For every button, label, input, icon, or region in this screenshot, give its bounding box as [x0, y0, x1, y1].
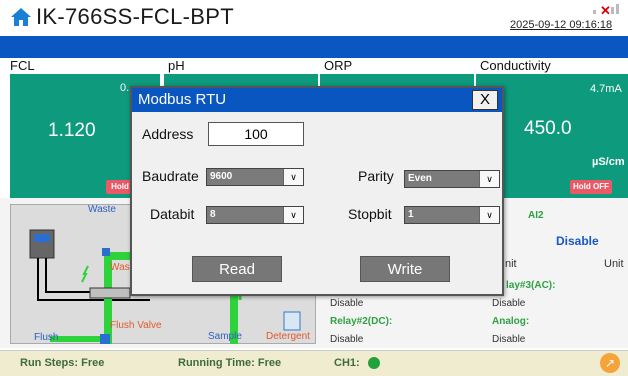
databit-select[interactable]: 8 ∨	[206, 206, 304, 224]
ch1-label: CH1:	[334, 357, 360, 369]
sample-label: Sample	[208, 331, 242, 342]
baudrate-label: Baudrate	[142, 168, 199, 184]
detergent-label: Detergent	[266, 331, 310, 342]
title-strip	[0, 36, 628, 58]
parity-value: Even	[408, 173, 432, 184]
chevron-down-icon[interactable]: ∨	[479, 207, 499, 223]
close-icon[interactable]: ✕	[600, 3, 611, 19]
column-conductivity: Conductivity	[480, 58, 551, 73]
datetime: 2025-09-12 09:16:18	[510, 19, 613, 31]
conductivity-unit: µS/cm	[592, 156, 625, 168]
home-icon[interactable]	[10, 6, 32, 28]
relay-disable-b: Disable	[492, 298, 526, 309]
flush-valve-label: Flush Valve	[110, 320, 162, 331]
dialog-title: Modbus RTU	[138, 91, 227, 108]
relay3-label: lay#3(AC):	[506, 280, 556, 291]
fcl-current: 0.	[120, 82, 130, 94]
databit-label: Databit	[150, 206, 195, 222]
baudrate-select[interactable]: 9600 ∨	[206, 168, 304, 186]
relay2-value: Disable	[330, 334, 364, 345]
parity-label: Parity	[358, 168, 394, 184]
waste-side-label: Was	[110, 262, 130, 273]
column-orp: ORP	[324, 58, 353, 73]
parity-select[interactable]: Even ∨	[404, 170, 500, 188]
waste-label: Waste	[88, 204, 116, 215]
running-time: Running Time: Free	[178, 357, 282, 369]
write-button[interactable]: Write	[360, 256, 450, 282]
conductivity-value: 450.0	[524, 118, 572, 139]
flush-label: Flush	[34, 332, 59, 343]
column-fcl: FCL	[10, 58, 35, 73]
baudrate-value: 9600	[210, 171, 233, 182]
unit-right: Unit	[604, 258, 624, 270]
chevron-down-icon[interactable]: ∨	[283, 169, 303, 185]
ai2-value: Disable	[556, 234, 599, 248]
conductivity-hold-button[interactable]: Hold OFF	[570, 180, 612, 194]
conductivity-current: 4.7mA	[590, 83, 622, 95]
relay-disable-a: Disable	[330, 298, 364, 309]
databit-value: 8	[210, 209, 216, 220]
read-button[interactable]: Read	[192, 256, 282, 282]
dialog-close-button[interactable]: X	[472, 90, 498, 110]
stopbit-select[interactable]: 1 ∨	[404, 206, 500, 224]
device-title: IK-766SS-FCL-BPT	[36, 4, 234, 29]
analog-label: Analog:	[492, 316, 530, 327]
stopbit-value: 1	[408, 209, 414, 220]
address-input[interactable]: 100	[208, 122, 304, 146]
unit-left: nit	[505, 258, 517, 270]
ch1-status-dot	[368, 357, 380, 369]
ai2-label: AI2	[528, 210, 544, 221]
address-label: Address	[142, 126, 194, 142]
chart-icon[interactable]: ↗	[600, 353, 620, 373]
analog-value: Disable	[492, 334, 526, 345]
chevron-down-icon[interactable]: ∨	[283, 207, 303, 223]
chevron-down-icon[interactable]: ∨	[479, 171, 499, 187]
modbus-dialog: Modbus RTU X Address 100 Baudrate 9600 ∨…	[130, 86, 504, 296]
column-ph: pH	[168, 58, 185, 73]
relay2-label: Relay#2(DC):	[330, 316, 393, 327]
run-steps: Run Steps: Free	[20, 357, 105, 369]
fcl-value: 1.120	[48, 120, 96, 141]
stopbit-label: Stopbit	[348, 206, 392, 222]
